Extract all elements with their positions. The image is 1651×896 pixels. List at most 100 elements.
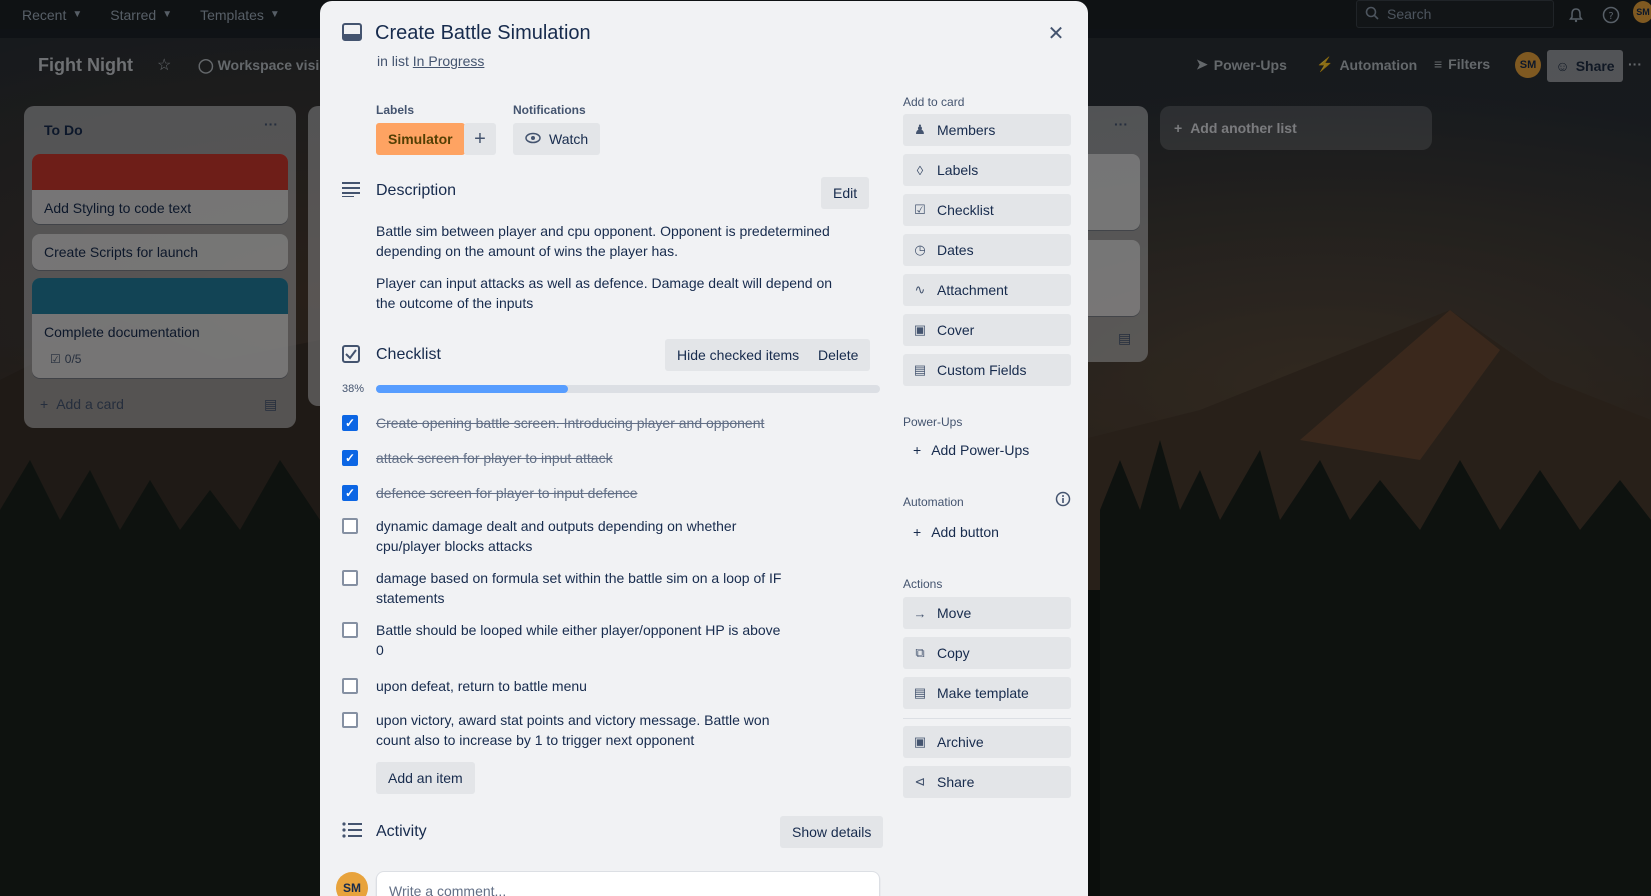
description-heading: Description bbox=[376, 182, 457, 199]
checklist-item[interactable]: ✓ Create opening battle screen. Introduci… bbox=[342, 413, 786, 433]
eye-icon bbox=[525, 131, 541, 147]
card-detail-modal: Create Battle Simulation in list In Prog… bbox=[320, 1, 1088, 896]
actions-divider bbox=[903, 718, 1071, 719]
activity-heading: Activity bbox=[376, 823, 427, 840]
checklist-item-text[interactable]: upon defeat, return to battle menu bbox=[376, 676, 786, 696]
watch-button[interactable]: Watch bbox=[513, 123, 601, 155]
edit-description-button[interactable]: Edit bbox=[821, 177, 870, 209]
plus-icon: + bbox=[913, 524, 922, 540]
checklist-item[interactable]: Battle should be looped while either pla… bbox=[342, 620, 786, 660]
attachment-button[interactable]: ∿ Attachment bbox=[903, 274, 1071, 306]
checklist-item-checkbox[interactable] bbox=[342, 570, 358, 586]
add-button-label: Add button bbox=[931, 524, 999, 540]
checklist-item-text[interactable]: defence screen for player to input defen… bbox=[376, 483, 786, 503]
checklist-item[interactable]: upon defeat, return to battle menu bbox=[342, 676, 786, 696]
add-power-ups-button[interactable]: + Add Power-Ups bbox=[913, 442, 1029, 458]
add-to-card-heading: Add to card bbox=[903, 95, 965, 109]
cover-button[interactable]: ▣ Cover bbox=[903, 314, 1071, 346]
archive-button[interactable]: ▣ Archive bbox=[903, 726, 1071, 758]
checklist-item[interactable]: upon victory, award stat points and vict… bbox=[342, 710, 786, 750]
share-button[interactable]: ⊲ Share bbox=[903, 766, 1071, 798]
add-automation-button[interactable]: + Add button bbox=[913, 524, 999, 540]
automation-heading: Automation bbox=[903, 495, 964, 509]
checklist-item-checkbox[interactable]: ✓ bbox=[342, 450, 358, 466]
attachment-label: Attachment bbox=[937, 282, 1008, 298]
edit-label: Edit bbox=[833, 185, 858, 201]
members-button[interactable]: ♟ Members bbox=[903, 114, 1071, 146]
description-paragraph[interactable]: Player can input attacks as well as defe… bbox=[376, 273, 846, 313]
tag-icon: ◊ bbox=[916, 162, 924, 178]
watch-label: Watch bbox=[549, 131, 589, 147]
notifications-heading: Notifications bbox=[513, 103, 586, 117]
card-title[interactable]: Create Battle Simulation bbox=[375, 22, 591, 45]
checklist-item-text[interactable]: upon victory, award stat points and vict… bbox=[376, 710, 786, 750]
list-name-link[interactable]: In Progress bbox=[413, 53, 485, 69]
custom-fields-icon: ▤ bbox=[913, 362, 927, 377]
close-icon[interactable]: ✕ bbox=[1040, 17, 1072, 49]
card-list-location: in list In Progress bbox=[377, 53, 484, 69]
checklist-item-text[interactable]: Create opening battle screen. Introducin… bbox=[376, 413, 786, 433]
checklist-progress-track bbox=[376, 385, 880, 393]
checklist-heading[interactable]: Checklist bbox=[376, 346, 441, 364]
delete-label: Delete bbox=[818, 347, 859, 363]
move-button[interactable]: → Move bbox=[903, 597, 1071, 629]
power-ups-heading: Power-Ups bbox=[903, 415, 963, 429]
checklist-item[interactable]: ✓ attack screen for player to input attac… bbox=[342, 448, 786, 468]
description-paragraph[interactable]: Battle sim between player and cpu oppone… bbox=[376, 221, 846, 261]
checklist-item-checkbox[interactable]: ✓ bbox=[342, 485, 358, 501]
archive-icon: ▣ bbox=[913, 734, 927, 749]
labels-button[interactable]: ◊ Labels bbox=[903, 154, 1071, 186]
cover-icon: ▣ bbox=[913, 322, 927, 337]
delete-checklist-button[interactable]: Delete bbox=[806, 339, 871, 371]
custom-fields-button[interactable]: ▤ Custom Fields bbox=[903, 354, 1071, 386]
dates-label: Dates bbox=[937, 242, 974, 258]
members-label: Members bbox=[937, 122, 996, 138]
checklist-button[interactable]: ☑ Checklist bbox=[903, 194, 1071, 226]
label-chip[interactable]: Simulator bbox=[376, 123, 465, 155]
checklist-item-text[interactable]: damage based on formula set within the b… bbox=[376, 568, 786, 608]
show-details-button[interactable]: Show details bbox=[780, 816, 884, 848]
make-template-button[interactable]: ▤ Make template bbox=[903, 677, 1071, 709]
checklist-item-text[interactable]: attack screen for player to input attack bbox=[376, 448, 786, 468]
copy-button[interactable]: ⧉ Copy bbox=[903, 637, 1071, 669]
checklist-icon bbox=[342, 345, 360, 366]
info-icon[interactable] bbox=[1055, 491, 1071, 510]
checklist-progress-percent: 38% bbox=[342, 383, 365, 395]
add-label-button[interactable]: + bbox=[464, 123, 496, 155]
checklist-item-checkbox[interactable] bbox=[342, 518, 358, 534]
cover-label: Cover bbox=[937, 322, 975, 338]
make-template-label: Make template bbox=[937, 685, 1029, 701]
comment-avatar: SM bbox=[336, 872, 368, 896]
checklist-item-checkbox[interactable]: ✓ bbox=[342, 415, 358, 431]
checklist-progress-fill bbox=[376, 385, 568, 393]
share-label: Share bbox=[937, 774, 975, 790]
add-item-button[interactable]: Add an item bbox=[376, 762, 475, 794]
checklist-item[interactable]: ✓ defence screen for player to input defe… bbox=[342, 483, 786, 503]
custom-fields-label: Custom Fields bbox=[937, 362, 1027, 378]
template-icon: ▤ bbox=[913, 685, 927, 700]
checklist-item-checkbox[interactable] bbox=[342, 678, 358, 694]
checklist-item-checkbox[interactable] bbox=[342, 622, 358, 638]
add-item-label: Add an item bbox=[388, 770, 463, 786]
add-power-ups-label: Add Power-Ups bbox=[931, 442, 1030, 458]
dates-button[interactable]: ◷ Dates bbox=[903, 234, 1071, 266]
checklist-item[interactable]: damage based on formula set within the b… bbox=[342, 568, 786, 608]
checklist-item-checkbox[interactable] bbox=[342, 712, 358, 728]
arrow-right-icon: → bbox=[913, 605, 927, 621]
hide-checked-items-button[interactable]: Hide checked items bbox=[665, 339, 812, 371]
checklist-item-text[interactable]: Battle should be looped while either pla… bbox=[376, 620, 786, 660]
labels-heading: Labels bbox=[376, 103, 415, 117]
comment-placeholder: Write a comment... bbox=[389, 883, 507, 896]
actions-heading: Actions bbox=[903, 577, 943, 591]
paperclip-icon: ∿ bbox=[914, 282, 926, 297]
checkbox-icon: ☑ bbox=[914, 202, 926, 217]
checklist-item[interactable]: dynamic damage dealt and outputs dependi… bbox=[342, 516, 786, 556]
move-label: Move bbox=[937, 605, 972, 621]
archive-label: Archive bbox=[937, 734, 984, 750]
comment-input[interactable]: Write a comment... bbox=[376, 871, 880, 896]
copy-icon: ⧉ bbox=[915, 645, 925, 660]
activity-icon bbox=[342, 822, 362, 841]
share-icon: ⊲ bbox=[914, 774, 926, 789]
checklist-item-text[interactable]: dynamic damage dealt and outputs dependi… bbox=[376, 516, 786, 556]
labels-label: Labels bbox=[937, 162, 979, 178]
